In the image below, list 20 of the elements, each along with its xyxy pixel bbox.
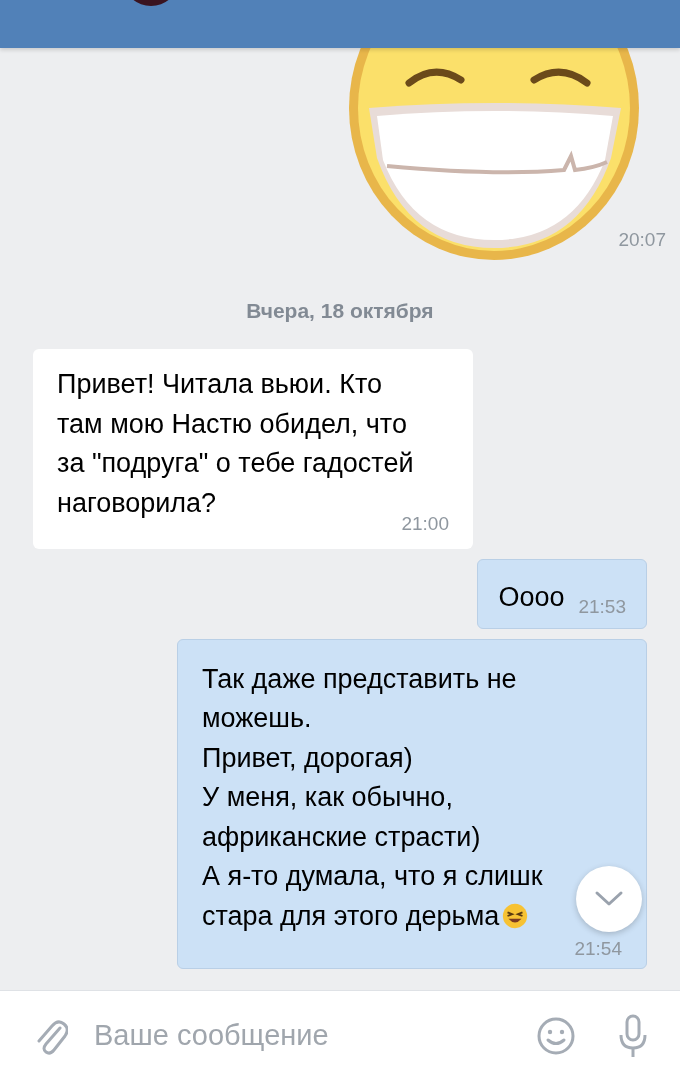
message-text: наговорила?: [57, 486, 217, 520]
message-time: 21:53: [578, 595, 626, 618]
message-time: 21:54: [573, 938, 622, 960]
smiley-icon[interactable]: [536, 1015, 576, 1056]
message-text: А я-то думала, что я слишк: [202, 860, 543, 893]
message-text: Привет, дорогая): [202, 741, 413, 775]
message-text: Так даже представить не: [202, 662, 517, 696]
message-text: за "подруга" о тебе гадостей: [57, 447, 414, 480]
message-text: африканские страсти): [202, 820, 481, 854]
message-text: стара для этого дерьма: [202, 899, 500, 933]
message-text: Оооо: [498, 581, 565, 614]
message-text: там мою Настю обидел, что: [57, 407, 407, 441]
date-divider: Вчера, 18 октября: [245, 299, 435, 323]
message-time: 20:07: [618, 229, 666, 251]
message-time: 21:00: [400, 513, 449, 535]
laughing-emoji-icon: [501, 902, 530, 931]
message-text: Привет! Читала вьюи. Кто: [57, 368, 382, 401]
message-text: У меня, как обычно,: [202, 781, 453, 814]
message-text: можешь.: [202, 702, 312, 735]
chevron-down-icon: [594, 890, 624, 908]
